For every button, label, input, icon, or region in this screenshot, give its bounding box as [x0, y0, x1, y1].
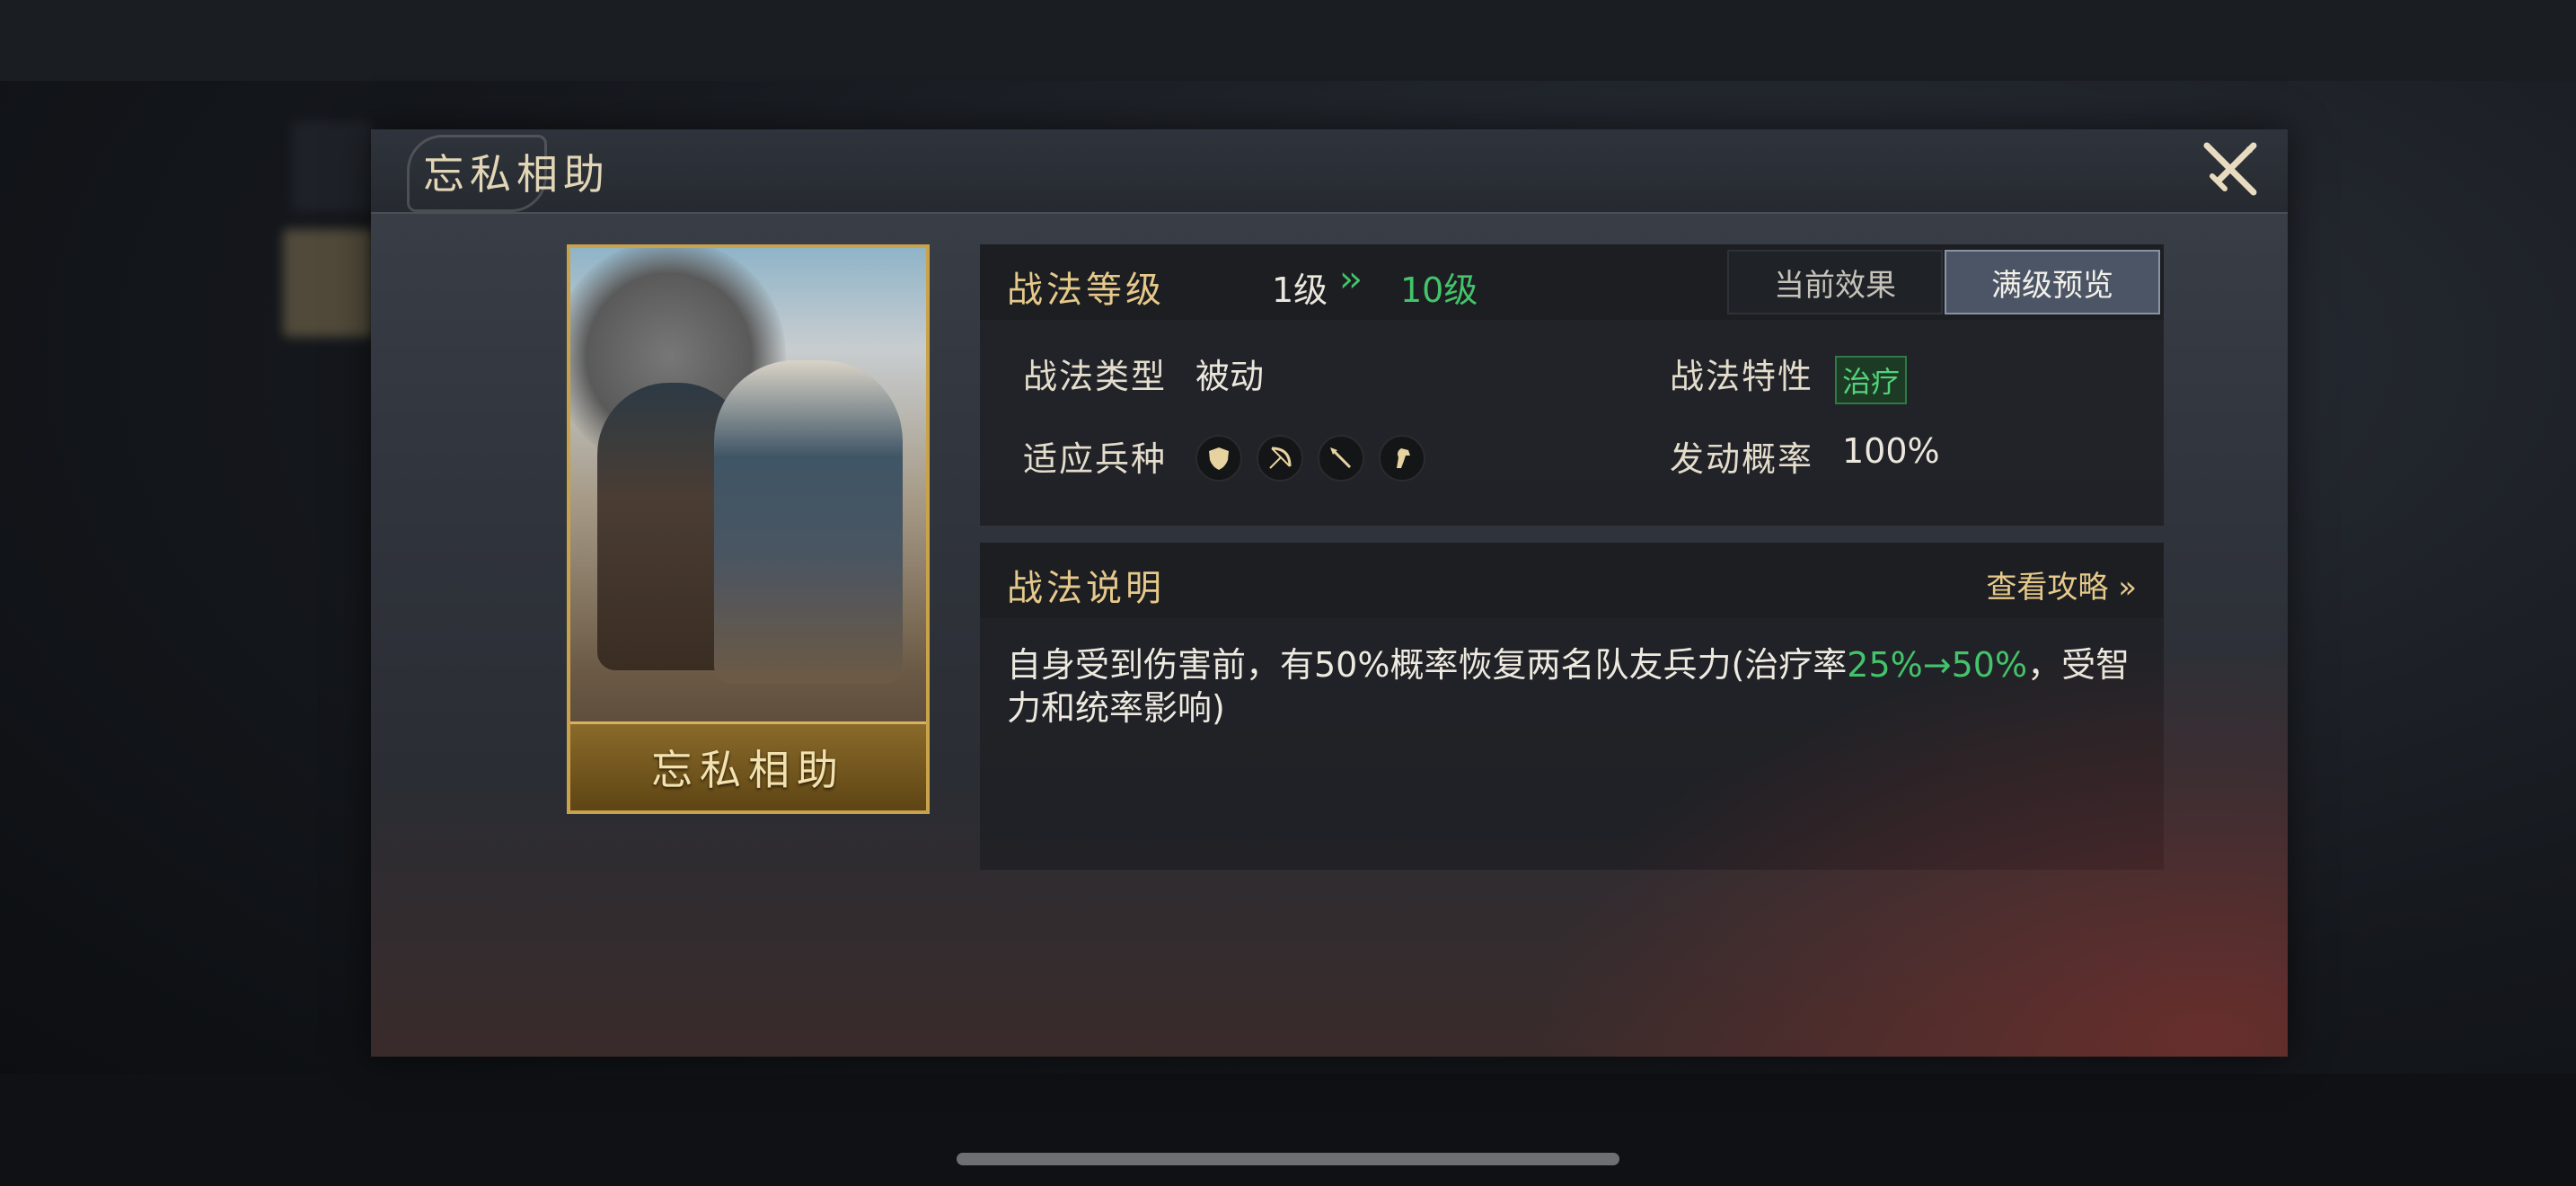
home-indicator[interactable] — [957, 1153, 1619, 1165]
bow-unit-icon — [1257, 435, 1303, 482]
close-button[interactable] — [2200, 140, 2261, 201]
card-name-plate: 忘私相助 — [570, 721, 926, 810]
description-title: 战法说明 — [1007, 568, 1165, 609]
dialog-title: 忘私相助 — [423, 150, 610, 199]
description-text: 自身受到伤害前，有50%概率恢复两名队友兵力(治疗率25%→50%，受智力和统率… — [1007, 643, 2139, 730]
tab-current-effect[interactable]: 当前效果 — [1727, 250, 1943, 314]
crossed-swords-close-icon — [2203, 142, 2257, 196]
background-bottom-bar — [0, 1074, 2576, 1186]
view-guide-link[interactable]: 查看攻略 » — [1986, 562, 2137, 606]
troop-types-label: 适应兵种 — [1023, 439, 1168, 479]
skill-level-panel: 战法等级 1级 ›› 10级 当前效果 满级预览 战法类型 被动 战法特性 治疗… — [980, 244, 2164, 526]
skill-type-value: 被动 — [1195, 357, 1265, 396]
spear-unit-icon — [1318, 435, 1364, 482]
background-top-bar — [0, 0, 2576, 81]
level-label: 战法等级 — [1007, 270, 1165, 311]
level-arrow-icon: ›› — [1339, 259, 1363, 300]
description-bar: 战法说明 查看攻略 » — [980, 543, 2164, 618]
current-level: 1级 — [1272, 270, 1328, 310]
card-art-soldier — [714, 360, 903, 684]
heal-rate-highlight: 25%→50% — [1847, 645, 2028, 685]
dialog-header: 忘私相助 — [371, 129, 2288, 214]
skill-card: 忘私相助 — [567, 244, 930, 814]
skill-detail-dialog: 忘私相助 忘私相助 战法等级 1级 ›› 10级 当前效果 满级预览 战法类型 … — [371, 129, 2288, 1057]
skill-description-panel: 战法说明 查看攻略 » 自身受到伤害前，有50%概率恢复两名队友兵力(治疗率25… — [980, 543, 2164, 870]
trigger-chance-label: 发动概率 — [1670, 439, 1814, 479]
card-name: 忘私相助 — [651, 746, 845, 794]
background-panel — [283, 229, 373, 337]
level-bar: 战法等级 1级 ›› 10级 当前效果 满级预览 — [980, 244, 2164, 320]
skill-trait-label: 战法特性 — [1670, 357, 1814, 396]
background-panel — [292, 121, 373, 211]
skill-type-label: 战法类型 — [1023, 357, 1168, 396]
shield-unit-icon — [1195, 435, 1242, 482]
max-level: 10级 — [1400, 270, 1478, 310]
tab-max-preview[interactable]: 满级预览 — [1945, 250, 2160, 314]
trigger-chance-value: 100% — [1842, 431, 1940, 471]
skill-trait-badge: 治疗 — [1835, 356, 1908, 404]
cavalry-unit-icon — [1379, 435, 1425, 482]
description-text-part: 自身受到伤害前，有50%概率恢复两名队友兵力(治疗率 — [1007, 645, 1848, 685]
